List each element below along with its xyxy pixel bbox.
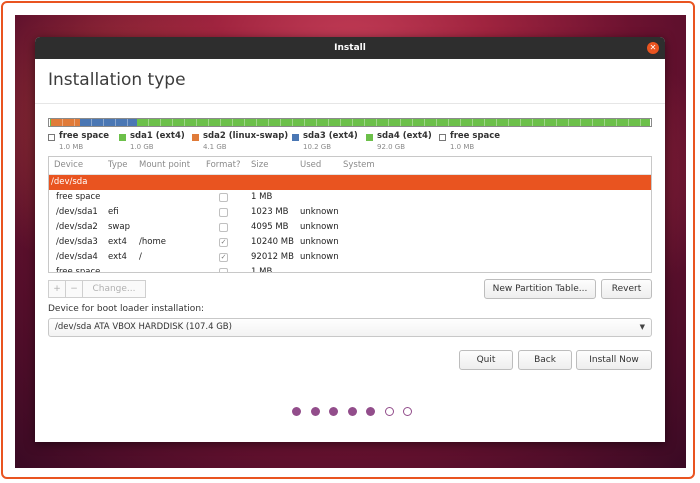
back-button[interactable]: Back	[518, 350, 572, 370]
partition-segment-free2	[650, 119, 651, 126]
cell-size: 1 MB	[251, 267, 273, 273]
bootloader-device-value: /dev/sda ATA VBOX HARDDISK (107.4 GB)	[55, 322, 232, 332]
step-dot	[347, 407, 357, 416]
cell-device: /dev/sda1	[56, 207, 98, 217]
partition-bar	[48, 118, 652, 127]
change-partition-button[interactable]: Change...	[82, 280, 146, 298]
format-checkbox[interactable]	[219, 223, 228, 232]
legend-swatch	[192, 134, 199, 141]
cell-device: /dev/sda3	[56, 237, 98, 247]
format-checkbox[interactable]	[219, 208, 228, 217]
column-header-size[interactable]: Size	[251, 160, 268, 170]
cell-type: efi	[108, 207, 119, 217]
cell-size: 4095 MB	[251, 222, 289, 232]
legend-size: 1.0 GB	[130, 143, 154, 151]
table-row[interactable]: free space 1 MB	[49, 190, 651, 205]
step-dot	[403, 407, 412, 416]
cell-used: unknown	[300, 252, 339, 262]
remove-partition-button[interactable]: −	[65, 280, 83, 298]
cell-mount: /home	[139, 237, 166, 247]
page-title: Installation type	[48, 70, 186, 90]
cell-used: unknown	[300, 222, 339, 232]
format-checkbox[interactable]: ✓	[219, 253, 228, 262]
legend-size: 4.1 GB	[203, 143, 227, 151]
partition-legend: free space 1.0 MB sda1 (ext4) 1.0 GB sda2 (l…	[48, 131, 652, 154]
legend-swatch	[292, 134, 299, 141]
table-header: Device Type Mount point Format? Size Used Syst…	[49, 157, 651, 175]
partition-segment-sda4	[136, 119, 650, 126]
cell-size: 1 MB	[251, 192, 273, 202]
installer-window: Install ✕ Installation type free space 1.…	[35, 37, 665, 442]
legend-size: 10.2 GB	[303, 143, 332, 151]
cell-size: 1023 MB	[251, 207, 289, 217]
partition-table: Device Type Mount point Format? Size Used Syst…	[48, 156, 652, 273]
cell-type: swap	[108, 222, 130, 232]
legend-name: sda4 (ext4)	[377, 131, 432, 141]
quit-button[interactable]: Quit	[459, 350, 513, 370]
legend-size: 92.0 GB	[377, 143, 406, 151]
cell-used: unknown	[300, 237, 339, 247]
legend-size: 1.0 MB	[450, 143, 475, 151]
cell-type: ext4	[108, 252, 127, 262]
partition-segment-sda3	[79, 119, 137, 126]
legend-name: free space	[450, 131, 501, 141]
cell-device: /dev/sda4	[56, 252, 98, 262]
format-checkbox[interactable]	[219, 193, 228, 202]
column-header-format[interactable]: Format?	[206, 160, 240, 170]
step-dot	[384, 407, 394, 416]
step-dot	[292, 407, 301, 416]
bootloader-label: Device for boot loader installation:	[48, 304, 205, 314]
table-row[interactable]: free space 1 MB	[49, 265, 651, 273]
dropdown-arrow-icon: ▼	[639, 323, 645, 331]
column-header-used[interactable]: Used	[300, 160, 321, 170]
table-body: /dev/sda free space 1 MB/dev/sda1 efi 1023 M…	[49, 175, 651, 273]
legend-name: sda1 (ext4)	[130, 131, 185, 141]
install-now-button[interactable]: Install Now	[576, 350, 652, 370]
column-header-system[interactable]: System	[343, 160, 375, 170]
legend-name: sda3 (ext4)	[303, 131, 358, 141]
close-icon: ✕	[649, 43, 657, 52]
table-row[interactable]: /dev/sda	[49, 175, 651, 190]
legend-swatch	[119, 134, 126, 141]
new-partition-table-button[interactable]: New Partition Table...	[484, 279, 596, 299]
window-title: Install	[334, 43, 366, 53]
legend-name: free space	[59, 131, 110, 141]
title-bar: Install ✕	[35, 37, 665, 59]
cell-used: unknown	[300, 207, 339, 217]
cell-type: ext4	[108, 237, 127, 247]
column-header-mount-point[interactable]: Mount point	[139, 160, 190, 170]
cell-mount: /	[139, 252, 142, 262]
legend-size: 1.0 MB	[59, 143, 84, 151]
column-header-type[interactable]: Type	[108, 160, 128, 170]
cell-device: /dev/sda2	[56, 222, 98, 232]
table-row[interactable]: /dev/sda3 ext4/home 10240 MB unknown ✓	[49, 235, 651, 250]
cell-device: free space	[56, 267, 101, 273]
legend-swatch	[439, 134, 446, 141]
column-header-device[interactable]: Device	[54, 160, 83, 170]
format-checkbox[interactable]	[219, 268, 228, 272]
bootloader-device-select[interactable]: /dev/sda ATA VBOX HARDDISK (107.4 GB) ▼	[48, 318, 652, 337]
partition-segment-sda2	[51, 119, 80, 126]
legend-swatch	[366, 134, 373, 141]
cell-device: free space	[56, 192, 101, 202]
step-dot	[310, 407, 320, 416]
cell-size: 92012 MB	[251, 252, 294, 262]
step-dot	[366, 407, 375, 416]
add-partition-button[interactable]: +	[48, 280, 66, 298]
cell-size: 10240 MB	[251, 237, 294, 247]
table-row[interactable]: /dev/sda1 efi 1023 MB unknown	[49, 205, 651, 220]
table-row[interactable]: /dev/sda4 ext4 / 92012 MB unknown ✓	[49, 250, 651, 265]
close-button[interactable]: ✕	[647, 42, 659, 54]
legend-swatch	[48, 134, 55, 141]
cell-device: /dev/sda	[51, 177, 88, 187]
step-dot	[329, 407, 338, 416]
title-divider	[35, 103, 665, 104]
revert-button[interactable]: Revert	[601, 279, 652, 299]
legend-name: sda2 (linux-swap)	[203, 131, 289, 141]
format-checkbox[interactable]: ✓	[219, 238, 228, 247]
table-row[interactable]: /dev/sda2 swap 4095 MB unknown	[49, 220, 651, 235]
